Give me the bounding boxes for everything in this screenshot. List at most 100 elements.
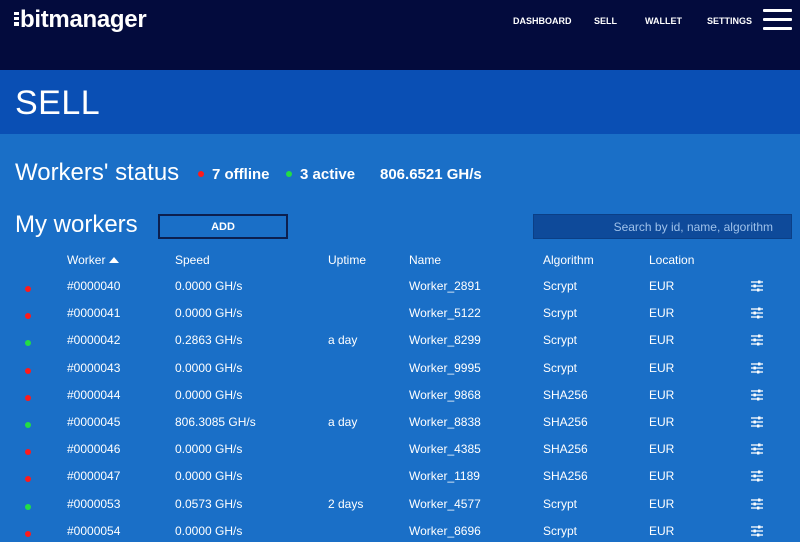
sliders-icon[interactable] — [750, 416, 764, 428]
worker-location: EUR — [649, 496, 675, 511]
worker-id: #0000046 — [67, 442, 121, 457]
worker-speed: 806.3085 GH/s — [175, 415, 256, 429]
offline-status-dot-icon — [25, 394, 31, 401]
worker-location: EUR — [649, 469, 675, 484]
sort-ascending-icon[interactable] — [109, 257, 120, 263]
nav-dashboard[interactable]: DASHBOARD — [513, 16, 572, 28]
worker-location: EUR — [649, 360, 675, 375]
column-header-algorithm[interactable]: Algorithm — [543, 253, 594, 267]
column-header-worker-label: Worker — [67, 253, 106, 267]
worker-algorithm: Scrypt — [543, 306, 578, 321]
sliders-icon[interactable] — [750, 498, 764, 510]
worker-algorithm: SHA256 — [543, 469, 588, 484]
sliders-icon[interactable] — [750, 470, 764, 482]
worker-name: Worker_5122 — [409, 306, 481, 321]
worker-location: EUR — [649, 442, 675, 457]
offline-status-dot-icon — [25, 286, 31, 292]
table-row[interactable]: #0000041 0.0000 GH/s Worker_5122 Scrypt EUR — [0, 301, 800, 328]
logo-text: bitmanager — [20, 6, 147, 33]
worker-id: #0000043 — [67, 360, 121, 375]
active-count-label: 3 active — [300, 166, 356, 183]
worker-uptime: a day — [328, 415, 358, 429]
worker-id: #0000054 — [67, 523, 121, 538]
offline-status-dot-icon — [25, 367, 31, 374]
offline-count-label: 7 offline — [212, 166, 270, 183]
sliders-icon[interactable] — [750, 307, 764, 319]
worker-speed: 0.0000 GH/s — [175, 523, 243, 538]
worker-speed: 0.0000 GH/s — [175, 360, 243, 375]
worker-algorithm: Scrypt — [543, 333, 578, 348]
column-header-uptime[interactable]: Uptime — [328, 253, 366, 267]
worker-name: Worker_9995 — [409, 360, 481, 375]
sliders-icon[interactable] — [750, 362, 764, 374]
active-status-dot-icon — [25, 503, 31, 510]
nav-settings[interactable]: SETTINGS — [707, 16, 752, 28]
worker-location: EUR — [649, 279, 675, 293]
table-row[interactable]: #0000042 0.2863 GH/s a day Worker_8299 Scryp… — [0, 328, 800, 355]
column-header-name[interactable]: Name — [409, 253, 441, 267]
logo[interactable]: bitmanager — [14, 6, 147, 34]
worker-speed: 0.0573 GH/s — [175, 496, 243, 511]
worker-speed: 0.0000 GH/s — [175, 469, 243, 484]
hamburger-icon[interactable] — [763, 9, 792, 31]
worker-algorithm: Scrypt — [543, 279, 578, 293]
worker-name: Worker_9868 — [409, 387, 481, 402]
worker-speed: 0.0000 GH/s — [175, 387, 243, 402]
sliders-icon[interactable] — [750, 280, 764, 292]
worker-id: #0000053 — [67, 496, 121, 511]
table-row[interactable]: #0000046 0.0000 GH/s Worker_4385 SHA256 EUR — [0, 437, 800, 464]
table-row[interactable]: #0000045 806.3085 GH/s a day Worker_8838 SHA… — [0, 410, 800, 437]
worker-id: #0000040 — [67, 279, 121, 293]
nav-sell[interactable]: SELL — [594, 16, 617, 28]
nav-wallet[interactable]: WALLET — [645, 16, 682, 28]
worker-location: EUR — [649, 387, 675, 402]
worker-algorithm: Scrypt — [543, 360, 578, 375]
worker-speed: 0.2863 GH/s — [175, 333, 243, 348]
sliders-icon[interactable] — [750, 389, 764, 401]
worker-name: Worker_1189 — [409, 469, 480, 484]
worker-id: #0000042 — [67, 333, 121, 348]
sliders-icon[interactable] — [750, 525, 764, 537]
table-row[interactable]: #0000053 0.0573 GH/s 2 days Worker_4577 Scry… — [0, 492, 800, 519]
active-dot-icon — [286, 171, 292, 177]
worker-name: Worker_8838 — [409, 415, 481, 429]
worker-algorithm: Scrypt — [543, 523, 578, 538]
worker-uptime: 2 days — [328, 496, 364, 511]
table-row[interactable]: #0000054 0.0000 GH/s Worker_8696 Scrypt EUR — [0, 519, 800, 542]
active-count: 3 active — [286, 166, 355, 183]
worker-location: EUR — [649, 333, 675, 348]
worker-algorithm: SHA256 — [543, 415, 588, 429]
worker-speed: 0.0000 GH/s — [175, 306, 243, 321]
column-header-worker[interactable]: Worker — [67, 253, 120, 267]
offline-status-dot-icon — [25, 313, 31, 320]
add-worker-button[interactable]: ADD — [158, 214, 288, 239]
worker-location: EUR — [649, 415, 675, 429]
table-row[interactable]: #0000040 0.0000 GH/s Worker_2891 Scrypt EUR — [0, 274, 800, 301]
active-status-dot-icon — [25, 422, 31, 428]
sliders-icon[interactable] — [750, 334, 764, 346]
worker-name: Worker_8299 — [409, 333, 481, 348]
search-input[interactable] — [533, 214, 792, 239]
page-title-bar: SELL — [0, 70, 800, 134]
worker-algorithm: SHA256 — [543, 387, 588, 402]
worker-algorithm: SHA256 — [543, 442, 588, 457]
total-hashrate: 806.6521 GH/s — [380, 166, 482, 183]
worker-name: Worker_8696 — [409, 523, 481, 538]
sliders-icon[interactable] — [750, 443, 764, 455]
table-row[interactable]: #0000043 0.0000 GH/s Worker_9995 Scrypt EUR — [0, 356, 800, 383]
column-header-speed[interactable]: Speed — [175, 253, 210, 267]
table-row[interactable]: #0000047 0.0000 GH/s Worker_1189 SHA256 EUR — [0, 464, 800, 491]
column-header-location[interactable]: Location — [649, 253, 694, 267]
worker-location: EUR — [649, 523, 675, 538]
worker-speed: 0.0000 GH/s — [175, 279, 243, 293]
worker-id: #0000045 — [67, 415, 121, 429]
page-title: SELL — [15, 84, 101, 122]
worker-id: #0000047 — [67, 469, 121, 484]
offline-count: 7 offline — [198, 166, 270, 183]
logo-mark-icon — [14, 12, 19, 26]
worker-name: Worker_2891 — [409, 279, 481, 293]
worker-speed: 0.0000 GH/s — [175, 442, 243, 457]
top-navigation-bar: bitmanager DASHBOARD SELL WALLET SETTING… — [0, 0, 800, 70]
worker-id: #0000041 — [67, 306, 121, 321]
table-row[interactable]: #0000044 0.0000 GH/s Worker_9868 SHA256 EUR — [0, 383, 800, 410]
